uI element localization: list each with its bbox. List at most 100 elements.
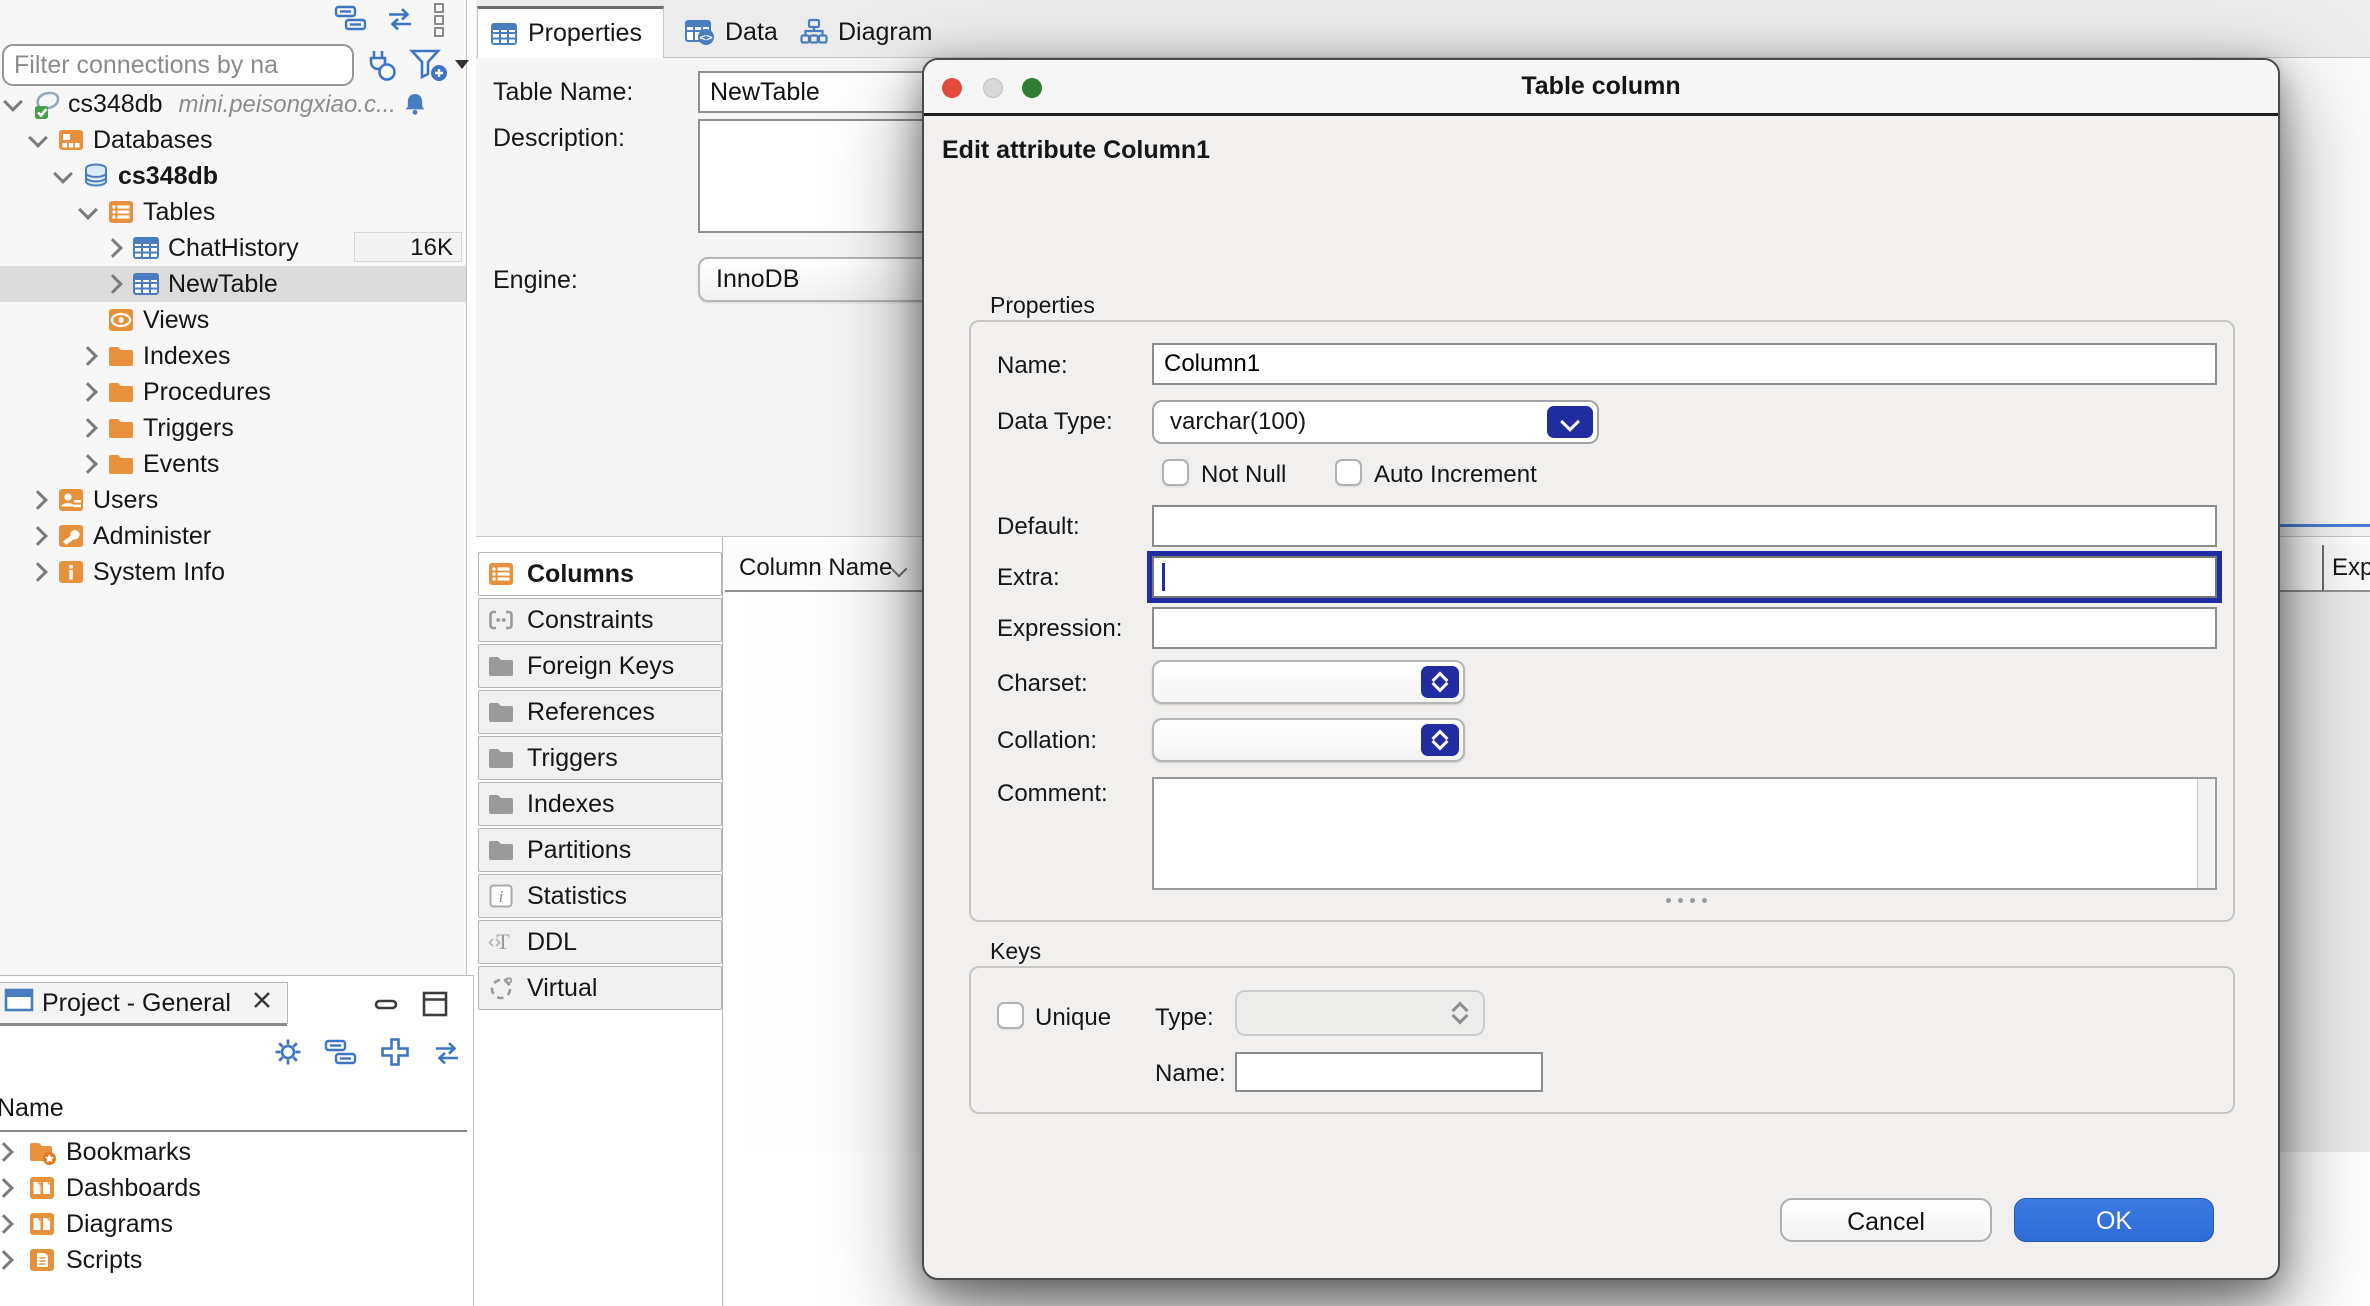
unique-checkbox[interactable]: [997, 1002, 1024, 1029]
table-icon: [132, 270, 162, 300]
comment-textarea[interactable]: [1152, 777, 2217, 890]
subtab-virtual[interactable]: Virtual: [478, 966, 722, 1010]
tab-label: Properties: [528, 19, 642, 48]
subtab-ddl[interactable]: TDDL: [478, 920, 722, 964]
subtab-constraints[interactable]: Constraints: [478, 598, 722, 642]
sort-chevron-icon[interactable]: [891, 561, 908, 578]
tab-data[interactable]: <>Data: [673, 6, 781, 58]
expander-chevron-icon[interactable]: [0, 1178, 14, 1198]
project-item-diagrams[interactable]: Diagrams: [0, 1206, 467, 1242]
collation-select[interactable]: [1152, 718, 1465, 762]
tree-item-newtable[interactable]: NewTable: [0, 266, 466, 302]
subtab-triggers[interactable]: Triggers: [478, 736, 722, 780]
collapse-all-icon[interactable]: [334, 4, 368, 39]
subtab-partitions[interactable]: Partitions: [478, 828, 722, 872]
expression-field[interactable]: [1152, 607, 2217, 649]
project-item-scripts[interactable]: Scripts: [0, 1242, 467, 1278]
link-with-editor-icon[interactable]: [384, 4, 416, 39]
close-icon[interactable]: [249, 987, 275, 1020]
key-name-field[interactable]: [1235, 1052, 1543, 1092]
expander-chevron-icon[interactable]: [53, 164, 73, 184]
settings-gear-icon[interactable]: [272, 1036, 304, 1073]
expander-chevron-icon[interactable]: [0, 1142, 14, 1162]
subtab-columns[interactable]: Columns: [478, 552, 722, 596]
tree-item-administer[interactable]: Administer: [0, 518, 466, 554]
auto-increment-checkbox[interactable]: [1335, 459, 1362, 486]
dialog-titlebar[interactable]: Table column: [924, 60, 2278, 116]
tree-item-databases[interactable]: Databases: [0, 122, 466, 158]
expander-chevron-icon[interactable]: [28, 562, 48, 582]
expander-chevron-icon[interactable]: [78, 200, 98, 220]
filter-dropdown-arrow-icon[interactable]: [455, 60, 469, 69]
minimize-button[interactable]: [983, 78, 1003, 98]
subtab-label: References: [527, 698, 655, 727]
expander-chevron-icon[interactable]: [3, 92, 23, 112]
tree-item-label: Indexes: [143, 342, 231, 371]
data-type-dropdown-button[interactable]: [1547, 406, 1593, 438]
key-type-select[interactable]: [1235, 990, 1485, 1036]
folderg-icon: [487, 652, 515, 680]
new-connection-icon[interactable]: [362, 46, 400, 89]
tree-item-cs348db[interactable]: cs348db: [0, 158, 466, 194]
tree-item-tables[interactable]: Tables: [0, 194, 466, 230]
charset-select[interactable]: [1152, 660, 1465, 704]
subtab-indexes[interactable]: Indexes: [478, 782, 722, 826]
close-button[interactable]: [942, 78, 962, 98]
subtab-references[interactable]: References: [478, 690, 722, 734]
minimize-panel-icon[interactable]: [372, 990, 402, 1023]
expander-chevron-icon[interactable]: [28, 128, 48, 148]
subtab-statistics[interactable]: iStatistics: [478, 874, 722, 918]
maximize-panel-icon[interactable]: [420, 990, 450, 1023]
expander-chevron-icon[interactable]: [78, 346, 98, 366]
refresh-icon[interactable]: [431, 1038, 463, 1073]
tab-properties[interactable]: Properties: [477, 6, 664, 58]
expander-chevron-icon[interactable]: [78, 418, 98, 438]
filter-icon[interactable]: [408, 46, 452, 91]
expander-chevron-icon[interactable]: [28, 490, 48, 510]
expander-chevron-icon[interactable]: [103, 238, 123, 258]
comment-scrollbar[interactable]: [2197, 779, 2214, 888]
cancel-button[interactable]: Cancel: [1780, 1198, 1992, 1242]
tree-item-triggers[interactable]: Triggers: [0, 410, 466, 446]
tree-item-users[interactable]: Users: [0, 482, 466, 518]
expander-chevron-icon[interactable]: [0, 1250, 14, 1270]
expander-chevron-icon[interactable]: [0, 1214, 14, 1234]
project-item-bookmarks[interactable]: Bookmarks: [0, 1134, 467, 1170]
filter-connections-input[interactable]: [2, 44, 354, 86]
tree-item-views[interactable]: Views: [0, 302, 466, 338]
project-toolbar: [272, 1036, 463, 1076]
folderg-icon: [487, 790, 515, 818]
view-menu-icon[interactable]: [432, 2, 446, 43]
project-window-icon: [4, 986, 34, 1021]
expander-chevron-icon[interactable]: [103, 274, 123, 294]
tree-item-system-info[interactable]: System Info: [0, 554, 466, 590]
views-icon: [107, 306, 137, 336]
subtab-label: Partitions: [527, 836, 631, 865]
column-name-field[interactable]: [1152, 343, 2217, 385]
ok-button[interactable]: OK: [2014, 1198, 2214, 1242]
tab-diagram[interactable]: Diagram: [788, 6, 936, 58]
project-name-column-header[interactable]: Name: [0, 1086, 467, 1132]
editor-subtabs: ColumnsConstraintsForeign Keys References…: [478, 552, 722, 1012]
extra-field[interactable]: [1152, 556, 2217, 598]
tree-item-indexes[interactable]: Indexes: [0, 338, 466, 374]
expression-column-header[interactable]: Expr: [2322, 545, 2370, 592]
tree-item-events[interactable]: Events: [0, 446, 466, 482]
data-type-combo[interactable]: varchar(100): [1152, 400, 1599, 444]
subtab-foreign-keys[interactable]: Foreign Keys: [478, 644, 722, 688]
tab-project-general[interactable]: Project - General: [0, 982, 288, 1024]
tree-item-procedures[interactable]: Procedures: [0, 374, 466, 410]
expander-chevron-icon[interactable]: [78, 382, 98, 402]
tree-item-cs348db[interactable]: cs348dbmini.peisongxiao.c...: [0, 86, 466, 122]
default-field[interactable]: [1152, 505, 2217, 547]
expander-chevron-icon[interactable]: [78, 454, 98, 474]
expand-all-icon[interactable]: [379, 1036, 411, 1073]
expander-chevron-icon[interactable]: [28, 526, 48, 546]
key-name-label: Name:: [1155, 1060, 1226, 1088]
project-item-dashboards[interactable]: Dashboards: [0, 1170, 467, 1206]
not-null-checkbox[interactable]: [1162, 459, 1189, 486]
tree-item-chathistory[interactable]: ChatHistory16K: [0, 230, 466, 266]
resize-handle[interactable]: [1666, 898, 1707, 903]
zoom-button[interactable]: [1022, 78, 1042, 98]
collapse-all-icon[interactable]: [324, 1038, 358, 1073]
